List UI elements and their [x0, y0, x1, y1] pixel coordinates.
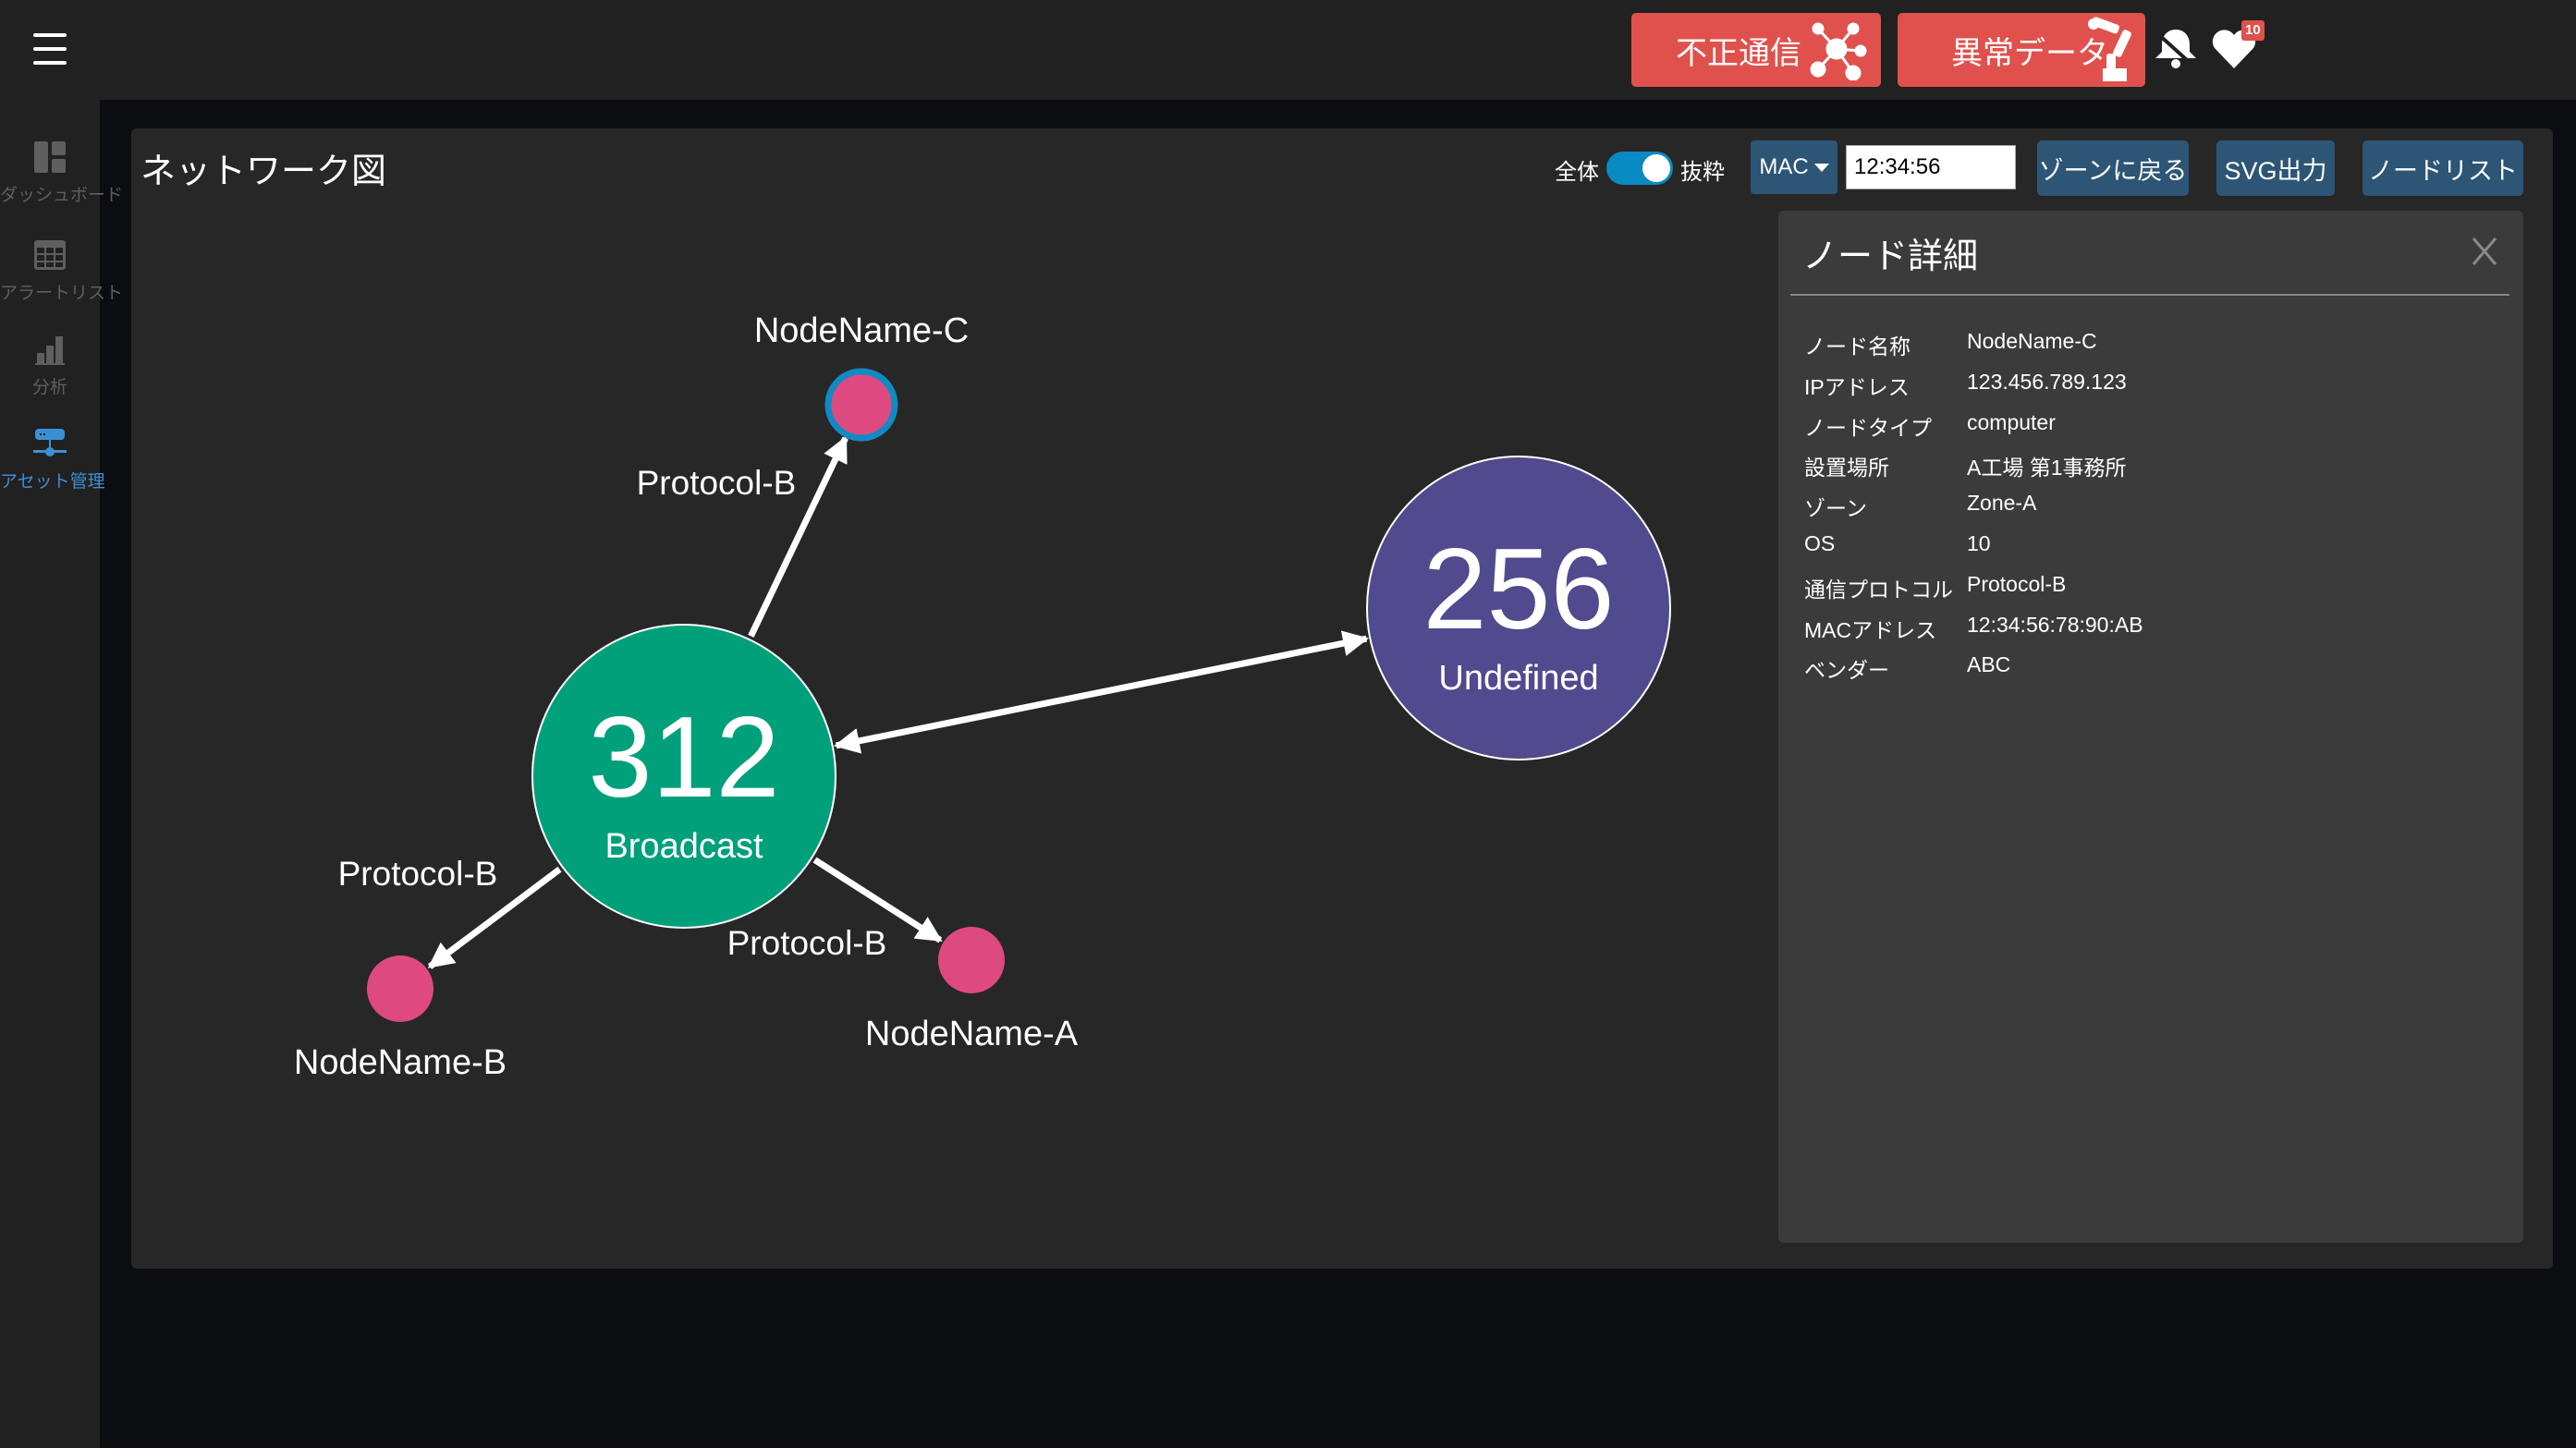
robot-arm-icon [2088, 17, 2131, 81]
detail-key: ノードタイプ [1804, 415, 1932, 440]
sidebar-item-alert-list[interactable]: アラートリスト [0, 238, 124, 304]
svg-export-button[interactable]: SVG出力 [2216, 140, 2335, 196]
sidebar-label: アセット管理 [0, 472, 105, 492]
detail-key: 通信プロトコル [1804, 577, 1953, 602]
node-label: NodeName-C [754, 311, 969, 350]
network-server-icon [33, 429, 67, 456]
sidebar-label: ダッシュボード [0, 186, 124, 205]
detail-value: 12:34:56:78:90:AB [1967, 612, 2143, 637]
sidebar-item-asset-management[interactable]: アセット管理 [0, 427, 105, 493]
anomaly-data-label: 異常データ [1951, 35, 2108, 71]
node-list-button[interactable]: ノードリスト [2362, 140, 2523, 196]
node-label: NodeName-B [294, 1043, 507, 1082]
detail-key: ノード名称 [1804, 335, 1911, 359]
anomaly-data-button[interactable]: 異常データ [1898, 13, 2145, 87]
detail-key: OS [1804, 531, 1836, 555]
detail-divider [1790, 294, 2509, 296]
toggle-label-all: 全体 [1555, 160, 1599, 185]
hub-count: 312 [589, 694, 780, 821]
hub-label: Undefined [1438, 659, 1598, 698]
node-circle[interactable] [824, 368, 898, 442]
node-detail-panel [1778, 211, 2523, 1243]
illegal-traffic-button[interactable]: 不正通信 [1631, 13, 1881, 87]
detail-value: computer [1967, 409, 2056, 434]
detail-value: 123.456.789.123 [1967, 369, 2127, 394]
detail-value: Zone-A [1967, 491, 2037, 516]
detail-key: IPアドレス [1804, 374, 1910, 399]
hub-node-undefined[interactable]: 256 Undefined [1366, 456, 1671, 761]
toggle-label-excerpt: 抜粋 [1680, 160, 1725, 185]
detail-value: A工場 第1事務所 [1967, 456, 2127, 481]
filter-input[interactable] [1846, 145, 2016, 189]
favorites-badge: 10 [2241, 20, 2265, 41]
caret-down-icon [1813, 163, 1829, 172]
filter-type-value: MAC [1759, 154, 1809, 179]
detail-value: ABC [1967, 652, 2011, 677]
bar-chart-icon [35, 336, 65, 365]
network-hub-icon [1810, 22, 1867, 80]
table-icon [34, 240, 66, 270]
hamburger-icon[interactable] [33, 33, 67, 67]
page-title: ネットワーク図 [140, 152, 387, 191]
detail-key: ゾーン [1804, 496, 1867, 521]
close-icon[interactable] [2470, 235, 2499, 268]
illegal-traffic-label: 不正通信 [1676, 35, 1801, 71]
hub-count: 256 [1423, 526, 1615, 653]
bell-slash-icon[interactable] [2148, 20, 2204, 76]
node-detail-title: ノード詳細 [1802, 237, 1979, 276]
hub-label: Broadcast [604, 827, 763, 866]
node-circle[interactable] [938, 927, 1005, 993]
detail-value: 10 [1967, 531, 1991, 555]
sidebar-label: 分析 [31, 378, 67, 397]
sidebar-item-dashboard[interactable]: ダッシュボード [0, 140, 124, 206]
back-to-zone-button[interactable]: ゾーンに戻る [2037, 140, 2189, 196]
detail-value: Protocol-B [1967, 571, 2067, 596]
filter-type-select[interactable]: MAC [1751, 140, 1837, 194]
node-label: NodeName-A [865, 1015, 1079, 1053]
detail-key: 設置場所 [1804, 456, 1889, 481]
toggle-knob [1642, 154, 1670, 182]
detail-key: ベンダー [1804, 658, 1889, 683]
hub-node-broadcast[interactable]: 312 Broadcast [531, 624, 836, 929]
detail-value: NodeName-C [1967, 329, 2097, 353]
sidebar-label: アラートリスト [0, 284, 124, 303]
node-circle[interactable] [367, 955, 433, 1022]
dashboard-icon [34, 141, 66, 173]
detail-key: MACアドレス [1804, 617, 1937, 642]
sidebar-item-analysis[interactable]: 分析 [0, 333, 100, 398]
view-mode-toggle[interactable] [1606, 152, 1673, 185]
